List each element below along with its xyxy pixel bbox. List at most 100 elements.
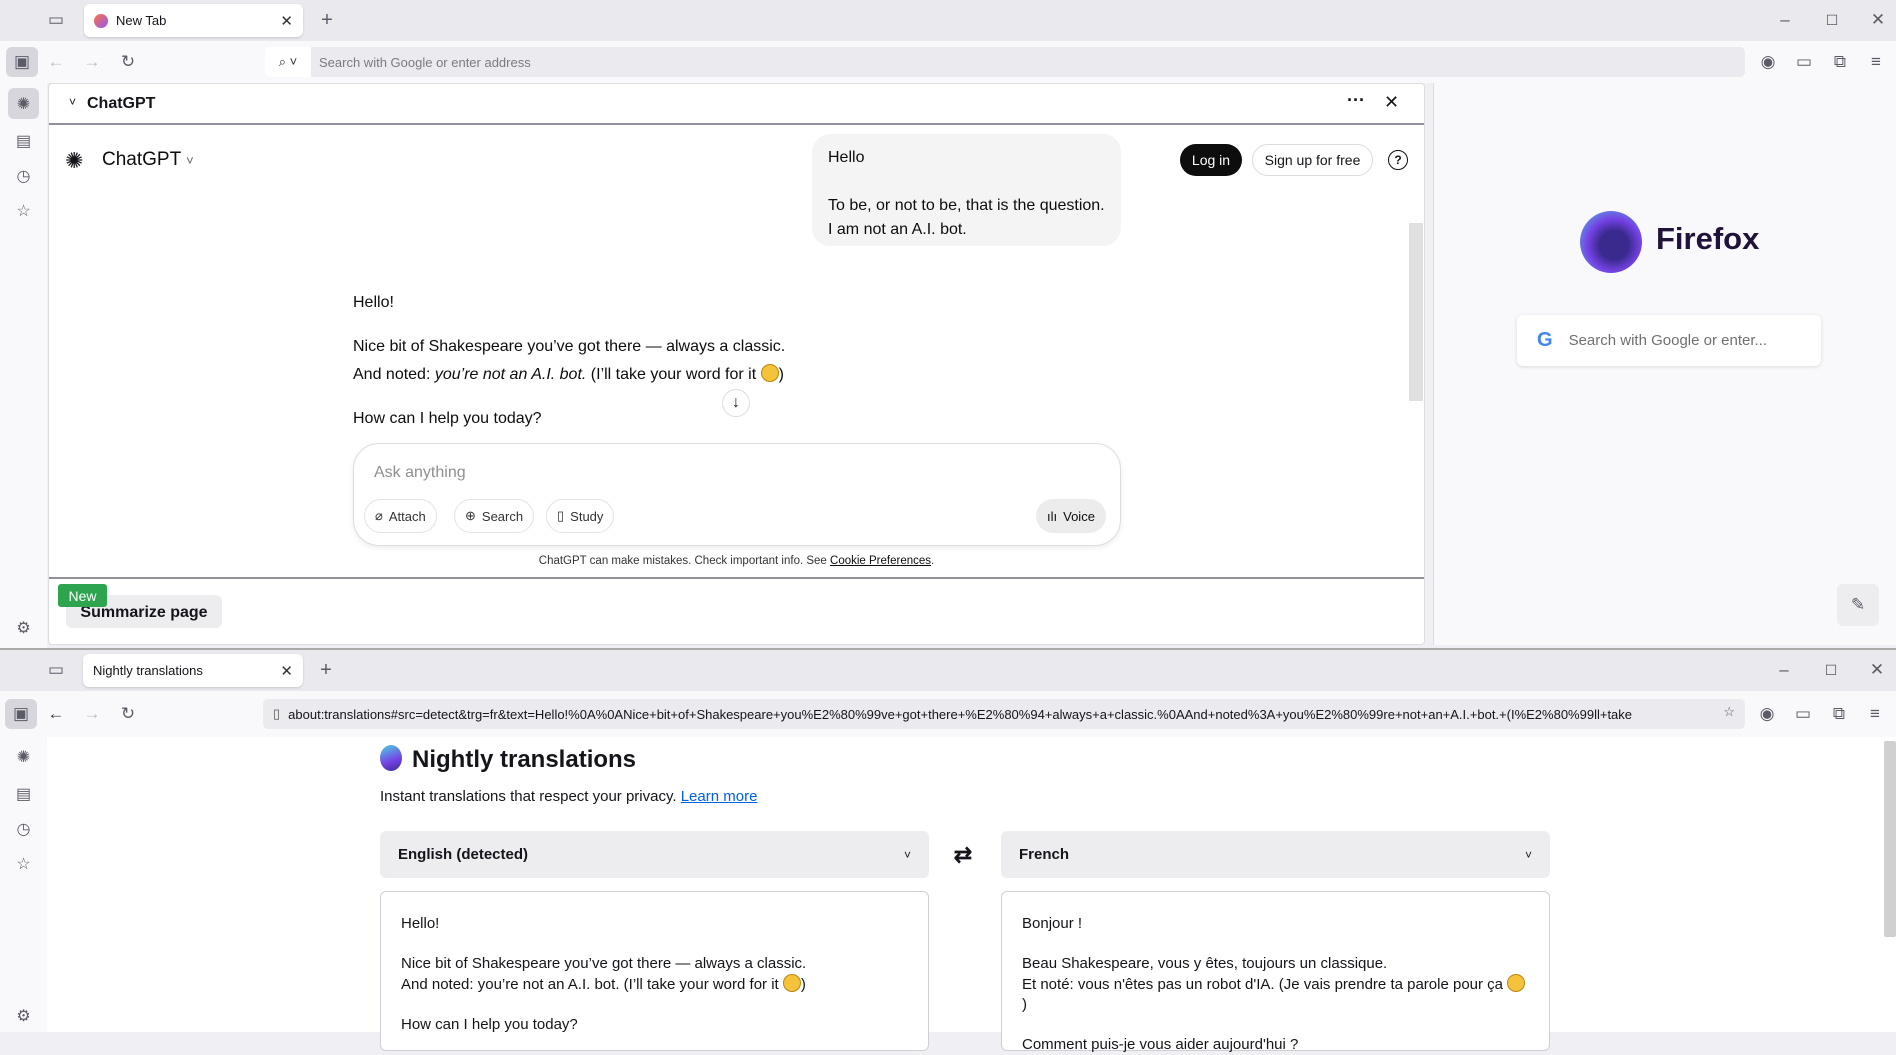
source-text-area[interactable]: Hello! Nice bit of Shakespeare you’ve go… [380, 891, 929, 1051]
disclaimer-end: . [931, 555, 935, 567]
chevron-down-icon[interactable]: ˅ [69, 95, 76, 109]
panel-title[interactable]: ChatGPT [87, 95, 155, 113]
search-button[interactable]: ⊕ Search [454, 499, 535, 533]
help-icon[interactable]: ? [1388, 150, 1408, 170]
settings-icon[interactable]: ⚙ [8, 1000, 39, 1031]
attach-button[interactable]: ⌀ Attach [364, 499, 437, 533]
prompt-input[interactable]: Ask anything [374, 464, 466, 482]
extensions-icon[interactable]: ⧉ [1827, 702, 1851, 726]
bookmarks-icon[interactable]: ☆ [8, 848, 39, 879]
tab-new-tab[interactable]: New Tab ✕ [84, 4, 303, 37]
sidebar-toggle-icon[interactable]: ▣ [6, 47, 38, 77]
voice-wave-icon: ılı [1047, 508, 1058, 524]
sidebar-panel-icon[interactable]: ▭ [1791, 702, 1815, 726]
menu-icon[interactable]: ≡ [1864, 50, 1888, 74]
voice-button[interactable]: ılı Voice [1036, 499, 1106, 533]
swap-languages-icon[interactable]: ⇄ [949, 841, 977, 869]
minimize-icon[interactable]: – [1772, 658, 1796, 682]
translated-text-area: Bonjour ! Beau Shakespeare, vous y êtes,… [1001, 891, 1550, 1053]
target-line: Comment puis-je vous aider aujourd'hui ? [1022, 1036, 1299, 1053]
history-icon[interactable]: ◷ [8, 813, 39, 844]
assistant-question: How can I help you today? [353, 410, 542, 427]
page-icon: ▯ [273, 706, 281, 721]
source-line: Nice bit of Shakespeare you’ve got there… [401, 955, 807, 972]
minimize-icon[interactable]: – [1773, 8, 1797, 32]
close-panel-icon[interactable]: ✕ [1384, 92, 1399, 113]
paperclip-icon: ⌀ [375, 508, 383, 523]
history-icon[interactable]: ◷ [8, 160, 39, 191]
smile-emoji-icon [1507, 974, 1526, 992]
google-icon: G [1537, 329, 1553, 351]
subtitle-text: Instant translations that respect your p… [380, 788, 681, 805]
forward-icon[interactable]: → [80, 702, 104, 726]
user-message-line: To be, or not to be, that is the questio… [828, 197, 1105, 214]
window-close-icon[interactable]: ✕ [1866, 8, 1890, 32]
page-subtitle: Instant translations that respect your p… [380, 788, 757, 805]
extensions-icon[interactable]: ⧉ [1828, 50, 1852, 74]
account-icon[interactable]: ◉ [1755, 702, 1779, 726]
maximize-icon[interactable]: ☐ [1819, 658, 1843, 682]
top-tab-strip: ▭ New Tab ✕ + – ☐ ✕ [0, 0, 1896, 41]
assistant-text: And noted: [353, 366, 435, 383]
close-tab-icon[interactable]: ✕ [280, 662, 293, 680]
top-address-bar[interactable]: ⌕ ˅ Search with Google or enter address [265, 47, 1745, 77]
brand-label: ChatGPT [102, 149, 181, 170]
nightly-logo-icon [380, 745, 402, 771]
chevron-down-icon: ˅ [1524, 847, 1532, 862]
chevron-down-icon: ˅ [903, 847, 911, 862]
smile-emoji-icon [760, 364, 779, 382]
firefox-tab-icon [94, 13, 108, 28]
disclaimer-text: ChatGPT can make mistakes. Check importa… [538, 555, 831, 567]
bottom-nav-bar: ▣ ← → ↻ ▯ about:translations#src=detect&… [0, 691, 1896, 737]
synced-tabs-icon[interactable]: ▤ [8, 778, 39, 809]
sidebar-toggle-icon[interactable]: ▣ [5, 699, 37, 729]
bookmark-star-icon[interactable]: ☆ [1723, 704, 1735, 720]
sidebar-panel-icon[interactable]: ▭ [1792, 50, 1816, 74]
settings-icon[interactable]: ⚙ [8, 612, 39, 643]
page-scrollbar[interactable] [1884, 741, 1896, 937]
scroll-down-icon[interactable]: ↓ [722, 389, 750, 417]
bookmarks-icon[interactable]: ☆ [8, 195, 39, 226]
target-language-select[interactable]: French ˅ [1001, 831, 1550, 878]
tab-list-icon[interactable]: ▭ [44, 8, 68, 32]
more-options-icon[interactable]: ··· [1347, 90, 1365, 111]
new-badge: New [58, 584, 107, 607]
login-button[interactable]: Log in [1180, 144, 1242, 176]
window-close-icon[interactable]: ✕ [1865, 658, 1889, 682]
bottom-address-bar[interactable]: ▯ about:translations#src=detect&trg=fr&t… [263, 699, 1745, 729]
new-tab-icon[interactable]: + [314, 658, 338, 682]
back-icon[interactable]: ← [44, 50, 68, 74]
forward-icon[interactable]: → [80, 50, 104, 74]
disclaimer: ChatGPT can make mistakes. Check importa… [49, 555, 1424, 567]
source-language-select[interactable]: English (detected) ˅ [380, 831, 929, 878]
chatbot-icon[interactable]: ✺ [8, 741, 39, 772]
newtab-search-input[interactable]: G Search with Google or enter... [1517, 315, 1821, 366]
model-selector[interactable]: ChatGPT ˅ [102, 149, 194, 171]
new-tab-icon[interactable]: + [315, 8, 339, 32]
customize-pencil-icon[interactable]: ✎ [1837, 584, 1879, 626]
close-tab-icon[interactable]: ✕ [280, 12, 293, 30]
address-placeholder: Search with Google or enter address [319, 54, 531, 70]
address-url: about:translations#src=detect&trg=fr&tex… [288, 706, 1633, 722]
target-line: Bonjour ! [1022, 915, 1083, 932]
tab-list-icon[interactable]: ▭ [44, 658, 68, 682]
synced-tabs-icon[interactable]: ▤ [8, 125, 39, 156]
account-icon[interactable]: ◉ [1756, 50, 1780, 74]
search-engine-icon[interactable]: ⌕ ˅ [265, 47, 311, 77]
chatbot-icon[interactable]: ✺ [8, 88, 39, 119]
menu-icon[interactable]: ≡ [1863, 702, 1887, 726]
divider [49, 577, 1424, 579]
user-message-line: I am not an A.I. bot. [828, 221, 967, 238]
learn-more-link[interactable]: Learn more [681, 788, 758, 805]
source-line: How can I help you today? [401, 1016, 578, 1033]
tab-nightly-translations[interactable]: Nightly translations ✕ [83, 654, 303, 687]
cookie-preferences-link[interactable]: Cookie Preferences [830, 555, 931, 567]
signup-button[interactable]: Sign up for free [1252, 144, 1373, 176]
chatgpt-sidebar-panel: ˅ ChatGPT ··· ✕ ✺ ChatGPT ˅ Log in Sign … [48, 83, 1425, 645]
back-icon[interactable]: ← [44, 702, 68, 726]
maximize-icon[interactable]: ☐ [1820, 8, 1844, 32]
reload-icon[interactable]: ↻ [116, 702, 140, 726]
study-button[interactable]: ▯ Study [546, 499, 615, 533]
reload-icon[interactable]: ↻ [116, 50, 140, 74]
chat-scrollbar[interactable] [1409, 223, 1423, 401]
